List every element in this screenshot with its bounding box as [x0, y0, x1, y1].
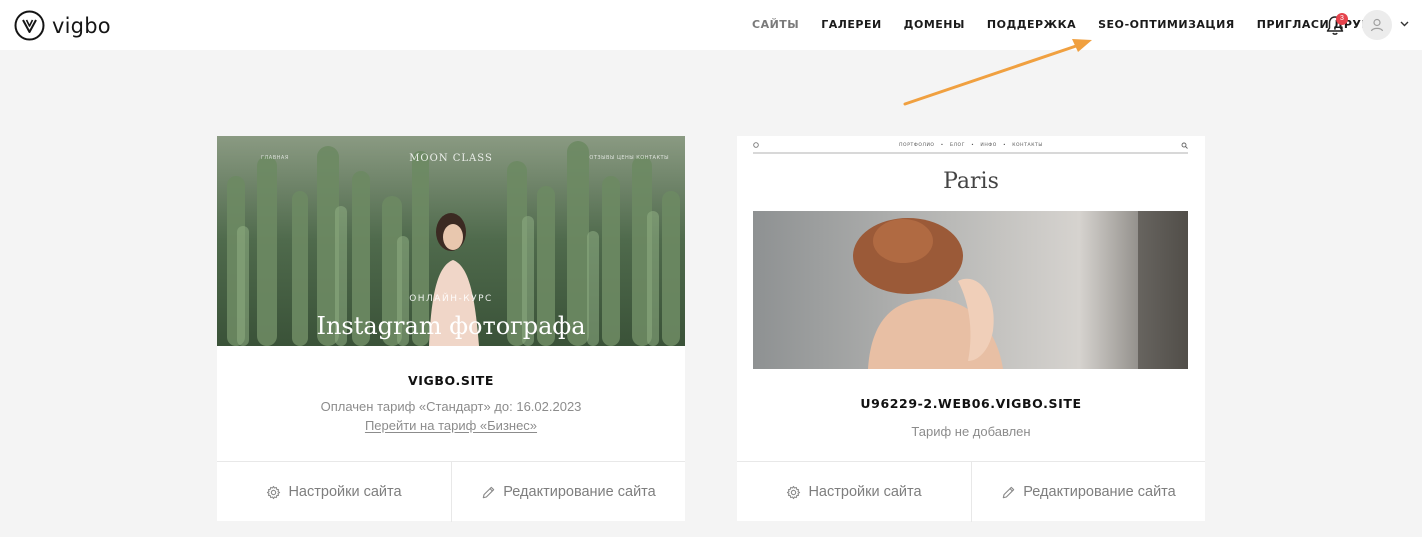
site-card: ГЛАВНАЯ MOON CLASS ОТЗЫВЫ ЦЕНЫ КОНТАКТЫ … — [217, 136, 685, 522]
edit-site-label: Редактирование сайта — [503, 484, 656, 500]
site-name[interactable]: U96229-2.WEB06.VIGBO.SITE — [737, 396, 1205, 411]
site-preview[interactable]: ПОРТФОЛИО • БЛОГ • ИНФО • КОНТАКТЫ Paris — [737, 136, 1205, 369]
nav-item-support[interactable]: ПОДДЕРЖКА — [987, 18, 1076, 31]
site-name[interactable]: VIGBO.SITE — [217, 373, 685, 388]
site-card: ПОРТФОЛИО • БЛОГ • ИНФО • КОНТАКТЫ Paris — [737, 136, 1205, 522]
gear-icon — [787, 485, 801, 499]
vigbo-logo-icon — [14, 10, 45, 41]
edit-site-button[interactable]: Редактирование сайта — [971, 462, 1205, 522]
preview-title: Paris — [943, 169, 999, 194]
card-actions: Настройки сайта Редактирование сайта — [737, 461, 1205, 522]
preview-image — [753, 211, 1188, 369]
annotation-arrow — [903, 39, 1092, 106]
main-nav: САЙТЫ ГАЛЕРЕИ ДОМЕНЫ ПОДДЕРЖКА SEO-ОПТИМ… — [752, 18, 1400, 31]
preview-search-icon — [1181, 142, 1188, 149]
nav-item-invite-friend[interactable]: ПРИГЛАСИ ДРУГА — [1257, 18, 1378, 31]
upgrade-plan-link-text[interactable]: Перейти на тариф «Бизнес» — [365, 418, 537, 433]
nav-item-seo[interactable]: SEO-ОПТИМИЗАЦИЯ — [1098, 18, 1235, 31]
user-icon — [1370, 18, 1384, 32]
site-settings-button[interactable]: Настройки сайта — [217, 462, 451, 522]
card-actions: Настройки сайта Редактирование сайта — [217, 461, 685, 522]
preview-headline: Instagram фотографа — [316, 312, 586, 340]
nav-item-galleries[interactable]: ГАЛЕРЕИ — [821, 18, 881, 31]
site-settings-label: Настройки сайта — [288, 484, 402, 500]
nav-item-domains[interactable]: ДОМЕНЫ — [904, 18, 965, 31]
site-settings-label: Настройки сайта — [808, 484, 922, 500]
site-settings-button[interactable]: Настройки сайта — [737, 462, 971, 522]
chevron-down-icon[interactable] — [1400, 21, 1409, 27]
preview-kicker: ОНЛАЙН-КУРС — [409, 294, 493, 304]
edit-site-label: Редактирование сайта — [1023, 484, 1176, 500]
preview-nav: ПОРТФОЛИО • БЛОГ • ИНФО • КОНТАКТЫ — [899, 143, 1043, 148]
logo-text: vigbo — [52, 13, 111, 38]
site-plan: Тариф не добавлен — [911, 424, 1031, 439]
site-plan: Оплачен тариф «Стандарт» до: 16.02.2023 — [320, 399, 582, 414]
pencil-icon — [1003, 486, 1015, 498]
pencil-icon — [483, 486, 495, 498]
preview-photo — [753, 211, 1188, 369]
upgrade-plan-link: Перейти на тариф «Бизнес» — [217, 418, 685, 433]
top-header: vigbo САЙТЫ ГАЛЕРЕИ ДОМЕНЫ ПОДДЕРЖКА SEO… — [0, 0, 1422, 50]
site-preview[interactable]: ГЛАВНАЯ MOON CLASS ОТЗЫВЫ ЦЕНЫ КОНТАКТЫ … — [217, 136, 685, 346]
preview-menu-right: ОТЗЫВЫ ЦЕНЫ КОНТАКТЫ — [589, 155, 669, 161]
avatar[interactable] — [1362, 10, 1392, 40]
gear-icon — [267, 485, 281, 499]
edit-site-button[interactable]: Редактирование сайта — [451, 462, 685, 522]
notification-badge: 3 — [1336, 13, 1348, 25]
nav-item-sites[interactable]: САЙТЫ — [752, 18, 799, 31]
vigbo-logo[interactable]: vigbo — [14, 10, 111, 41]
